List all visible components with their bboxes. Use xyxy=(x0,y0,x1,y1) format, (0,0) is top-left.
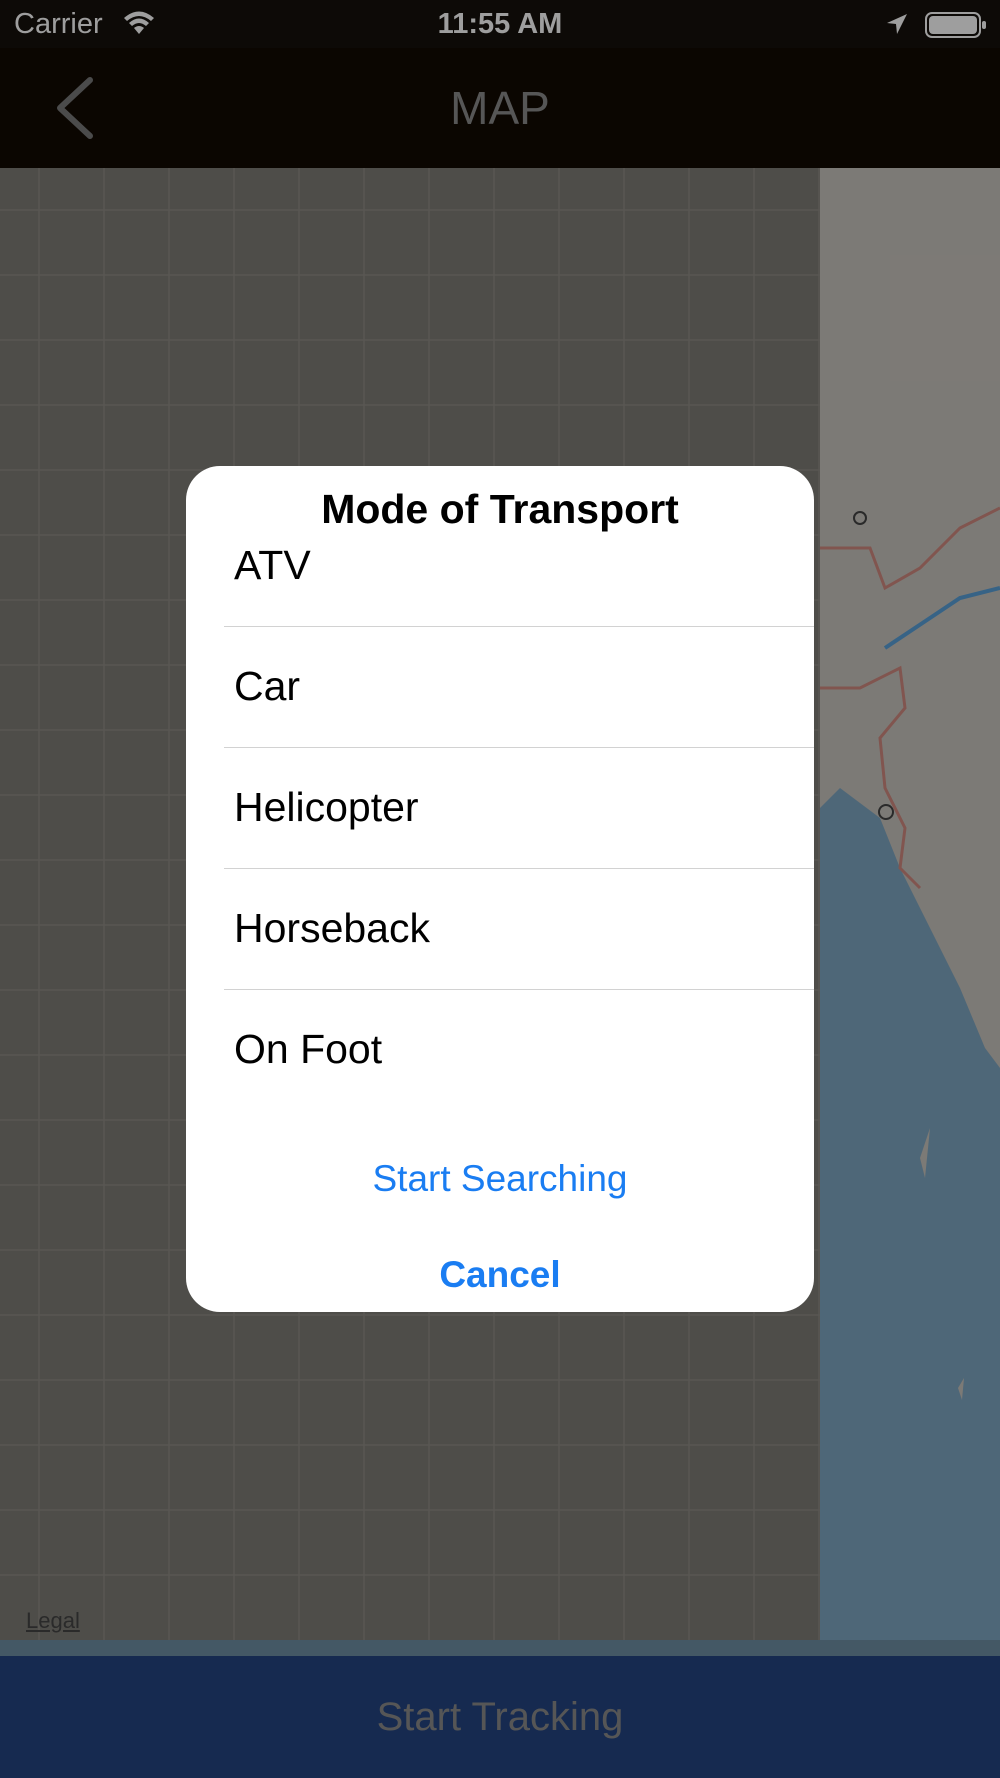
cancel-button[interactable]: Cancel xyxy=(186,1254,814,1296)
option-on-foot[interactable]: On Foot xyxy=(224,990,814,1111)
option-horseback[interactable]: Horseback xyxy=(224,869,814,990)
option-helicopter[interactable]: Helicopter xyxy=(224,748,814,869)
option-label: On Foot xyxy=(234,1026,383,1072)
transport-dialog: Mode of Transport ATV Car Helicopter Hor… xyxy=(186,466,814,1312)
option-label: Car xyxy=(234,663,301,709)
start-searching-button[interactable]: Start Searching xyxy=(186,1158,814,1200)
option-car[interactable]: Car xyxy=(224,627,814,748)
option-label: Helicopter xyxy=(234,784,419,830)
option-atv[interactable]: ATV xyxy=(224,506,814,627)
option-label: ATV xyxy=(234,542,311,588)
option-label: Horseback xyxy=(234,905,430,951)
